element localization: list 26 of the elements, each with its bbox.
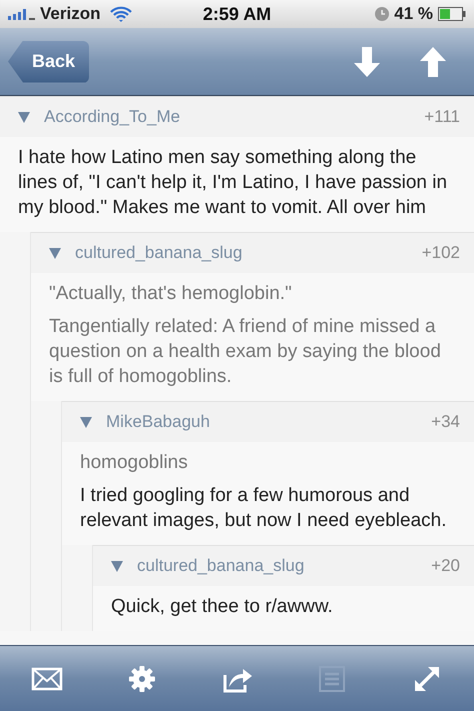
alarm-clock-icon [375,7,390,21]
carrier-name: Verizon [40,4,100,24]
collapse-triangle-icon[interactable] [111,560,123,572]
collapse-triangle-icon[interactable] [80,416,92,428]
comment-score: +20 [431,556,460,576]
battery-icon [438,7,466,21]
comment-score: +102 [422,243,460,263]
quoted-text: "Actually, that's hemoglobin." [49,282,293,306]
battery-percent: 41 % [394,4,434,24]
wifi-icon [110,6,132,22]
collapse-triangle-icon[interactable] [18,112,30,122]
quoted-text: homogoblins [80,451,189,475]
comment-author[interactable]: cultured_banana_slug [137,556,432,576]
clock-time: 2:59 AM [202,4,272,24]
signal-icon [8,8,36,20]
comment-author[interactable]: cultured_banana_slug [75,243,422,263]
comment-text: I hate how Latino men say something along the lines of, "I can't help it, I'm Latino, I have passion in my blood." Makes me want to vomit. All over him [18,146,448,220]
comment-score: +34 [431,412,460,432]
comment-author[interactable]: MikeBabaguh [106,412,432,432]
comment-score: +111 [424,107,460,127]
quoted-text: Tangentially related: A friend of mine missed a question on a health exam by saying the blood is full of homogoblins. [49,315,442,389]
comment-text: I tried googling for a few humorous and relevant images, but now I need eyebleach. [80,484,448,533]
back-button[interactable]: Back [8,40,90,82]
comment-author[interactable]: According_To_Me [44,107,424,127]
collapse-triangle-icon[interactable] [49,248,61,258]
comment-text: Quick, get thee to r/awww. [111,595,334,619]
